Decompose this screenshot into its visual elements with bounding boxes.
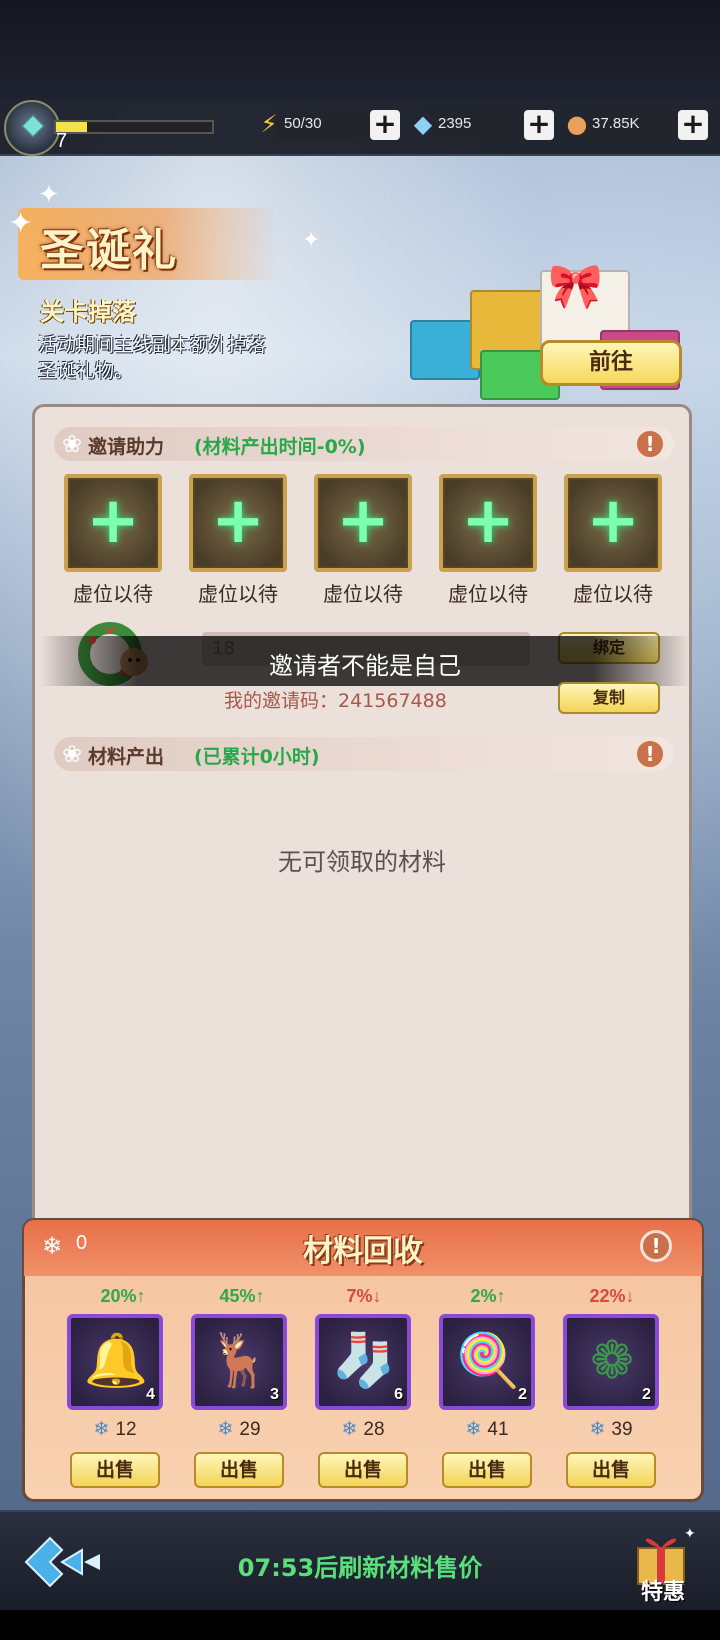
diamond-icon: ◆ <box>413 110 433 138</box>
price-change-wreath: 22%↓ <box>589 1286 635 1306</box>
my-invite-code: 我的邀请码：241567488 <box>224 690 447 712</box>
plus-icon: + <box>586 484 640 558</box>
item-price: ❄ 41 <box>437 1418 537 1441</box>
item-wreath[interactable]: ❁ 2 <box>563 1314 659 1410</box>
plus-icon: + <box>461 484 515 558</box>
toast-banner: 邀请者不能是自己 <box>40 636 690 686</box>
event-subtitle: 关卡掉落 <box>40 298 136 326</box>
item-candy-cane[interactable]: 🍭 2 <box>439 1314 535 1410</box>
invite-section-note: (材料产出时间-0%) <box>194 436 366 458</box>
item-price: ❄ 12 <box>65 1418 165 1441</box>
sell-button[interactable]: 出售 <box>194 1452 284 1488</box>
item-price-value: 29 <box>239 1419 261 1440</box>
invite-slot-5[interactable]: + <box>564 474 662 572</box>
item-count: 6 <box>394 1386 403 1403</box>
price-change-bell: 20%↑ <box>100 1286 146 1306</box>
invite-slot-1[interactable]: + <box>64 474 162 572</box>
item-price-value: 41 <box>487 1419 509 1440</box>
item-count: 3 <box>270 1386 279 1403</box>
status-bar-area <box>0 0 720 100</box>
recycle-info-icon[interactable]: ! <box>640 1230 672 1262</box>
bottom-strip <box>0 1610 720 1640</box>
plus-icon: + <box>336 484 390 558</box>
item-reindeer[interactable]: 🦌 3 <box>191 1314 287 1410</box>
item-count: 2 <box>642 1386 651 1403</box>
invite-slot-label: 虚位以待 <box>573 582 653 606</box>
add-coin-button[interactable]: + <box>678 110 708 140</box>
add-energy-button[interactable]: + <box>370 110 400 140</box>
item-stocking[interactable]: 🧦 6 <box>315 1314 411 1410</box>
coin-value: 37.85K <box>592 115 640 132</box>
item-price: ❄ 29 <box>189 1418 289 1441</box>
item-price-value: 28 <box>363 1419 385 1440</box>
item-price: ❄ 39 <box>561 1418 661 1441</box>
invite-section-header: ❀ 邀请助力 (材料产出时间-0%) ! <box>54 427 674 461</box>
toast-message: 邀请者不能是自己 <box>269 652 461 680</box>
price-refresh-timer: 07:53后刷新材料售价 <box>237 1554 483 1582</box>
energy-value: 50/30 <box>284 115 322 132</box>
price-change-stocking: 7%↓ <box>346 1286 382 1306</box>
invite-slot-label: 虚位以待 <box>73 582 153 606</box>
energy-icon: ⚡ <box>260 110 278 138</box>
recycle-title: 材料回收 <box>303 1234 423 1269</box>
invite-slot-4[interactable]: + <box>439 474 537 572</box>
invite-slot-label: 虚位以待 <box>323 582 403 606</box>
item-count: 4 <box>146 1386 155 1403</box>
diamond-value: 2395 <box>438 115 472 132</box>
output-info-icon[interactable]: ! <box>634 738 666 770</box>
snowflake-icon: ❀ <box>62 430 83 458</box>
xp-bar <box>54 120 214 134</box>
output-section-header: ❀ 材料产出 (已累计0小时) ! <box>54 737 674 771</box>
go-button[interactable]: 前往 <box>540 340 682 386</box>
svg-text:✦: ✦ <box>684 1526 696 1542</box>
gift-pile-image: 🎀 <box>390 260 690 410</box>
item-price-value: 39 <box>611 1419 633 1440</box>
output-section-label: 材料产出 <box>88 746 165 768</box>
item-price-value: 12 <box>115 1419 137 1440</box>
invite-slot-2[interactable]: + <box>189 474 287 572</box>
stocking-icon: 🧦 <box>331 1331 397 1391</box>
item-bell[interactable]: 🔔 4 <box>67 1314 163 1410</box>
invite-info-icon[interactable]: ! <box>634 428 666 460</box>
plus-icon: + <box>86 484 140 558</box>
reindeer-icon: 🦌 <box>207 1331 273 1391</box>
level-gem-icon <box>21 114 45 138</box>
event-title: 圣诞礼 <box>40 225 178 276</box>
wreath-icon: ❁ <box>590 1331 634 1391</box>
sell-button[interactable]: 出售 <box>442 1452 532 1488</box>
plus-icon: + <box>211 484 265 558</box>
invite-slot-label: 虚位以待 <box>198 582 278 606</box>
snowflake-icon: ❄ <box>93 1419 110 1440</box>
sell-button[interactable]: 出售 <box>70 1452 160 1488</box>
candy-cane-icon: 🍭 <box>455 1331 521 1391</box>
event-description: 活动期间主线副本额外掉落圣诞礼物。 <box>38 334 267 382</box>
player-level-emblem[interactable] <box>4 100 60 156</box>
empty-materials-message: 无可领取的材料 <box>278 848 446 876</box>
sell-button[interactable]: 出售 <box>318 1452 408 1488</box>
price-change-candy-cane: 2%↑ <box>470 1286 506 1306</box>
coin-icon: ● <box>566 110 588 138</box>
player-level: 7 <box>56 130 68 152</box>
snowflake-icon: ❄ <box>341 1419 358 1440</box>
sparkle-icon: ✦ <box>38 180 60 210</box>
snowflake-icon: ❄ <box>589 1419 606 1440</box>
output-section-note: (已累计0小时) <box>194 746 320 768</box>
add-diamond-button[interactable]: + <box>524 110 554 140</box>
bell-icon: 🔔 <box>83 1331 149 1391</box>
sparkle-icon: ✦ <box>302 228 321 253</box>
invite-slot-label: 虚位以待 <box>448 582 528 606</box>
invite-slot-3[interactable]: + <box>314 474 412 572</box>
snowflake-icon: ❄ <box>465 1419 482 1440</box>
copy-button[interactable]: 复制 <box>558 682 660 714</box>
snowflake-icon: ❄ <box>217 1419 234 1440</box>
price-change-reindeer: 45%↑ <box>219 1286 265 1306</box>
snowflake-icon: ❀ <box>62 740 83 768</box>
invite-section-label: 邀请助力 <box>88 436 165 458</box>
item-count: 2 <box>518 1386 527 1403</box>
sell-button[interactable]: 出售 <box>566 1452 656 1488</box>
special-offer-label[interactable]: 特惠 <box>628 1574 698 1606</box>
sparkle-icon: ✦ <box>8 206 34 241</box>
item-price: ❄ 28 <box>313 1418 413 1441</box>
